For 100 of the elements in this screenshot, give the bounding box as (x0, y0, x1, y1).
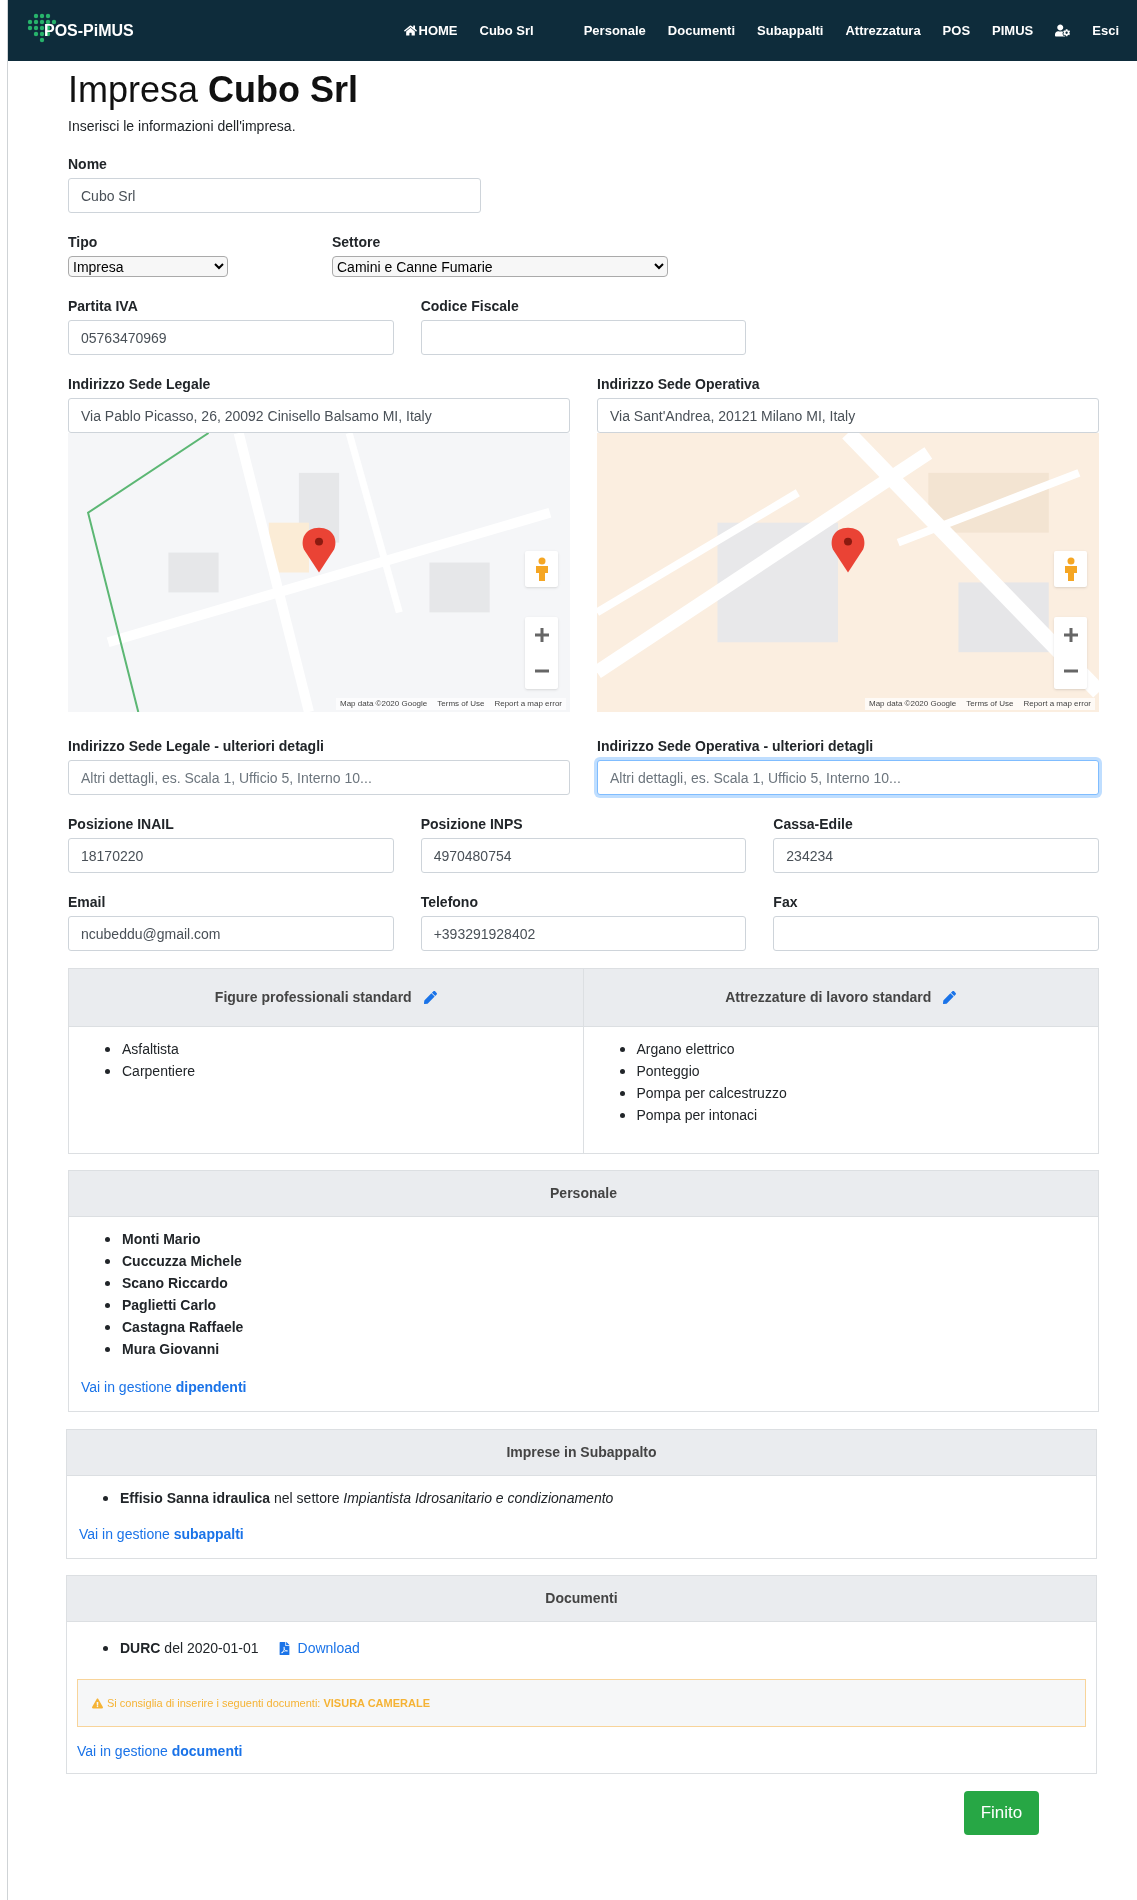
list-item: Monti Mario (122, 1230, 201, 1249)
pencil-icon (943, 991, 957, 1004)
minus-icon (533, 669, 550, 673)
brand-logo[interactable]: POS-PiMUS (30, 18, 134, 43)
text-field[interactable] (420, 320, 747, 355)
warning-text: Si consiglia di inserire i seguenti documenti: VISURA CAMERALE (107, 1695, 430, 1711)
list-item: Cuccuzza Michele (122, 1252, 242, 1271)
field-label: Posizione INAIL (68, 817, 175, 831)
field-label: Tipo (68, 235, 99, 249)
field-label: Indirizzo Sede Operativa - ulteriori detagli (597, 739, 875, 753)
field-label: Telefono (420, 895, 479, 909)
field-label: Settore (332, 235, 382, 249)
nav-link[interactable]: POS (942, 20, 971, 41)
text-field[interactable]: Cubo Srl (68, 178, 481, 213)
field-label: Posizione INPS (420, 817, 524, 831)
list-item: Effisio Sanna idraulica nel settore Impiantista Idrosanitario e condizionamento (120, 1489, 614, 1508)
user-settings-icon (1055, 24, 1071, 37)
field-label: Indirizzo Sede Legale - ulteriori detagli (68, 739, 325, 753)
text-field[interactable]: Via Sant'Andrea, 20121 Milano MI, Italy (597, 398, 1099, 433)
bullet-icon (619, 1046, 625, 1052)
user-settings-link[interactable] (1055, 24, 1071, 37)
bullet-icon (103, 1646, 108, 1651)
field-label: Indirizzo Sede Legale (68, 377, 212, 391)
bullet-icon (105, 1280, 110, 1286)
nav-link[interactable]: Documenti (667, 20, 736, 41)
text-field[interactable]: Altri dettagli, es. Scala 1, Ufficio 5, Interno 10... (597, 760, 1099, 795)
map-attribution: Map data ©2020 Google (869, 698, 957, 710)
bullet-icon (619, 1112, 625, 1118)
edit-button[interactable] (423, 991, 437, 1004)
nav-link[interactable]: Attrezzatura (845, 20, 921, 41)
map-attribution: Map data ©2020 Google (340, 698, 428, 710)
list-item: Paglietti Carlo (122, 1296, 217, 1315)
bullet-icon (619, 1068, 625, 1074)
card-title: Figure professionali standard (214, 988, 412, 1007)
download-link[interactable]: Download (278, 1638, 360, 1659)
list-item: Pompa per calcestruzzo (636, 1084, 787, 1103)
field-label: Fax (773, 895, 799, 909)
list-item: Carpentiere (122, 1062, 196, 1081)
nav-link[interactable]: Esci (1092, 20, 1119, 41)
card-title: Personale (550, 1184, 617, 1203)
nav-link[interactable]: Subappalti (757, 20, 824, 41)
card-title: Imprese in Subappalto (506, 1443, 657, 1462)
text-field[interactable]: Altri dettagli, es. Scala 1, Ufficio 5, Interno 10... (68, 760, 570, 795)
home-icon (403, 24, 417, 37)
map-attribution[interactable]: Report a map error (1023, 698, 1091, 710)
bullet-icon (105, 1236, 110, 1242)
nav-link[interactable]: HOME (403, 20, 458, 41)
bullet-icon (105, 1068, 110, 1074)
field-label: Codice Fiscale (420, 299, 520, 313)
person-icon (1063, 557, 1078, 581)
nav-link[interactable]: PIMUS (992, 20, 1034, 41)
text-field[interactable]: ncubeddu@gmail.com (68, 916, 394, 951)
pdf-icon (278, 1642, 290, 1655)
bullet-icon (105, 1258, 110, 1264)
list-item: Ponteggio (636, 1062, 700, 1081)
nav-link[interactable]: Cubo Srl (479, 20, 534, 41)
bullet-icon (105, 1302, 110, 1308)
pegman-button[interactable] (1054, 551, 1087, 587)
field-label: Email (68, 895, 107, 909)
field-label: Indirizzo Sede Operativa (597, 377, 761, 391)
field-label: Cassa-Edile (773, 817, 854, 831)
page-subtitle: Inserisci le informazioni dell'impresa. (68, 117, 297, 136)
text-field[interactable]: +393291928402 (420, 916, 747, 951)
list-item: Argano elettrico (636, 1040, 735, 1059)
bullet-icon (105, 1046, 110, 1052)
text-field[interactable]: 05763470969 (68, 320, 394, 355)
edit-button[interactable] (943, 991, 957, 1004)
map-attribution[interactable]: Report a map error (494, 698, 562, 710)
pencil-icon (423, 991, 437, 1004)
text-field[interactable]: 4970480754 (420, 838, 747, 873)
plus-icon (533, 627, 550, 643)
field-label: Nome (68, 157, 108, 171)
minus-icon (1062, 669, 1079, 673)
card-title: Attrezzature di lavoro standard (725, 988, 932, 1007)
warning-icon (92, 1697, 103, 1709)
manage-link[interactable]: Vai in gestione subappalti (79, 1526, 244, 1542)
sector-select[interactable]: Camini e Canne Fumarie (332, 256, 668, 277)
text-field[interactable]: 234234 (773, 838, 1099, 873)
field-label: Partita IVA (68, 299, 139, 313)
map-attribution[interactable]: Terms of Use (437, 698, 485, 710)
list-item: Scano Riccardo (122, 1274, 228, 1293)
list-item: Pompa per intonaci (636, 1106, 758, 1125)
list-item: Castagna Raffaele (122, 1318, 244, 1337)
type-select[interactable]: Impresa (68, 256, 228, 277)
nav-link[interactable]: Personale (583, 20, 646, 41)
list-item: Mura Giovanni (122, 1340, 220, 1359)
bullet-icon (619, 1090, 625, 1096)
plus-icon (1062, 627, 1079, 643)
page-title: Impresa Cubo Srl (68, 68, 360, 112)
text-field[interactable] (773, 916, 1099, 951)
map-attribution[interactable]: Terms of Use (966, 698, 1014, 710)
pegman-button[interactable] (525, 551, 558, 587)
manage-link[interactable]: Vai in gestione dipendenti (81, 1379, 247, 1395)
text-field[interactable]: 18170220 (68, 838, 394, 873)
document-entry: DURC del 2020-01-01 (120, 1639, 259, 1658)
person-icon (534, 557, 549, 581)
text-field[interactable]: Via Pablo Picasso, 26, 20092 Cinisello Balsamo MI, Italy (68, 398, 570, 433)
manage-link[interactable]: Vai in gestione documenti (77, 1743, 243, 1759)
card-title: Documenti (545, 1589, 618, 1608)
list-item: Asfaltista (122, 1040, 179, 1059)
